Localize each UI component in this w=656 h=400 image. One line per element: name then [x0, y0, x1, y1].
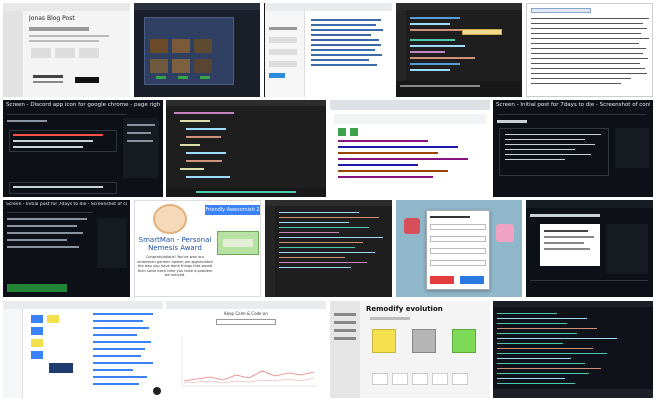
tile-title: Screen - Initial post for 7days to die -…	[496, 102, 650, 108]
tile-terminal[interactable]	[265, 200, 392, 297]
tile-vscode-editor[interactable]	[396, 3, 522, 97]
tile-text-document[interactable]	[526, 3, 653, 97]
tile-github-issue[interactable]: Screen - Discord app icon for google chr…	[3, 100, 163, 197]
tile-spreadsheet[interactable]	[3, 301, 163, 398]
tile-title: Keep Calm & Code on	[224, 311, 268, 316]
tile-evolution-app[interactable]: Remodify evolution	[330, 301, 490, 398]
screenshot-mosaic: Jonas Blog Post Screen - Discord app ico…	[0, 0, 656, 400]
award-badge: Friendly Awesomish 2	[205, 205, 260, 215]
award-title: SmartMan - Personal Nemesis Award	[138, 236, 212, 252]
tile-analytics-chart[interactable]: Keep Calm & Code on	[166, 301, 326, 398]
tile-title: Screen - Discord app icon for google chr…	[6, 102, 160, 108]
tile-award-certificate[interactable]: Friendly Awesomish 2 SmartMan - Personal…	[134, 200, 261, 297]
award-body: Congratulations! You've won our smartman…	[137, 255, 213, 278]
tile-github-settings[interactable]	[526, 200, 653, 297]
tile-github-issue-2[interactable]: Screen - Initial post for 7days to die -…	[493, 100, 653, 197]
tile-blog-post[interactable]: Jonas Blog Post	[3, 3, 130, 97]
tile-dark-editor[interactable]	[493, 301, 653, 398]
tile-github-pr[interactable]: Screen - Initial post for 7days to die -…	[3, 200, 130, 297]
tile-web-app-table[interactable]	[265, 3, 392, 97]
line-chart	[181, 336, 317, 387]
tile-image-gallery-app[interactable]	[134, 3, 260, 97]
tile-title: Remodify evolution	[366, 305, 443, 313]
tile-title: Screen - Initial post for 7days to die -…	[6, 202, 127, 207]
tile-code-editor[interactable]	[166, 100, 326, 197]
tile-devtools[interactable]	[330, 100, 490, 197]
tile-title: Jonas Blog Post	[29, 15, 75, 22]
tile-modal-dialog[interactable]	[396, 200, 522, 297]
mascot-icon	[153, 204, 187, 234]
